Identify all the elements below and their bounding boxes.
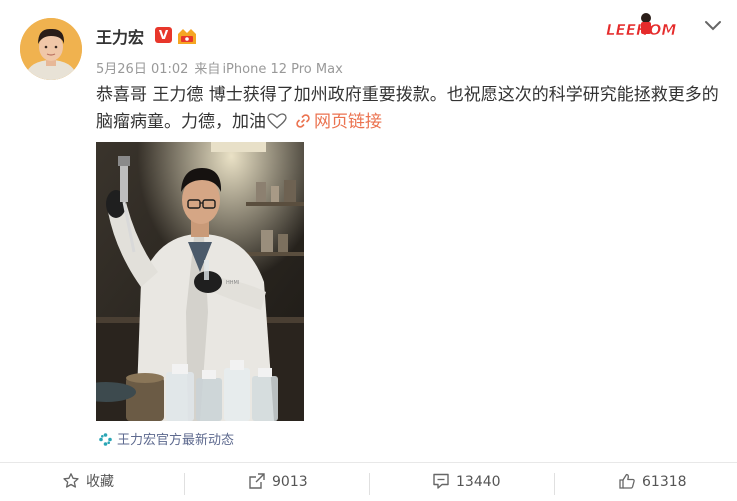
star-icon [63,473,79,488]
avatar-image [20,18,82,80]
avatar[interactable] [20,18,82,80]
comment-icon [433,473,449,489]
heart-icon [267,111,287,129]
post-device: iPhone 12 Pro Max [222,62,343,77]
post-photo[interactable]: HHMI [96,142,304,421]
post-meta: 5月26日 01:02 来自 iPhone 12 Pro Max [96,58,349,77]
like-count: 61318 [642,474,687,490]
super-topic-label: 王力宏官方最新动态 [117,433,235,448]
post-body: 恭喜哥 王力德 博士获得了加州政府重要拨款。也祝愿这次的科学研究能拯救更多的脑瘤… [96,85,719,132]
repost-button[interactable]: 9013 [248,463,308,501]
web-link[interactable]: 网页链接 [295,112,382,132]
action-divider [184,473,185,495]
author-name[interactable]: 王力宏 [96,24,144,48]
verified-badge: V [155,27,172,43]
comment-count: 13440 [456,474,501,490]
share-icon [249,473,265,489]
coat-label: HHMI [226,280,239,286]
scientist-photo: HHMI [96,142,304,421]
action-divider [369,473,370,495]
link-icon [295,111,311,128]
comment-button[interactable]: 13440 [432,463,501,501]
vip-badge-icon [175,26,199,46]
repost-count: 9013 [272,474,308,490]
post-date[interactable]: 5月26日 01:02 [96,62,188,77]
web-link-label: 网页链接 [314,112,382,132]
super-topic-icon [98,432,113,447]
favorite-button[interactable]: 收藏 [62,463,114,501]
action-bar: 收藏 9013 13440 61318 [0,462,737,501]
like-button[interactable]: 61318 [618,463,687,501]
weibo-post-card: 王力宏 V 5月26日 01:02 来自iPhone 12 Pro Max LEE… [0,0,737,501]
super-topic-link[interactable]: 王力宏官方最新动态 [98,429,234,448]
post-text: 恭喜哥 王力德 博士获得了加州政府重要拨款。也祝愿这次的科学研究能拯救更多的脑瘤… [96,82,726,136]
chevron-down-icon[interactable] [700,17,726,35]
action-divider [554,473,555,495]
brand-logo: LEEHOM [604,10,690,44]
thumbs-up-icon [619,473,635,489]
favorite-label: 收藏 [86,474,114,490]
source-prefix: 来自 [194,62,221,77]
